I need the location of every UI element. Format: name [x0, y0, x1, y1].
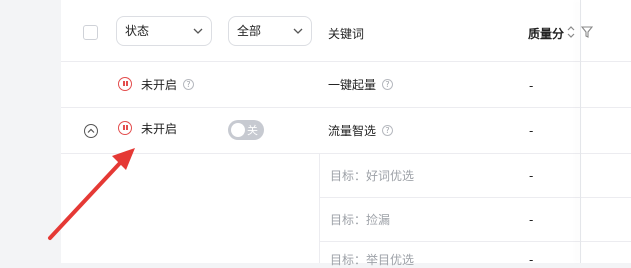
- annotation-arrow-icon: [48, 148, 135, 240]
